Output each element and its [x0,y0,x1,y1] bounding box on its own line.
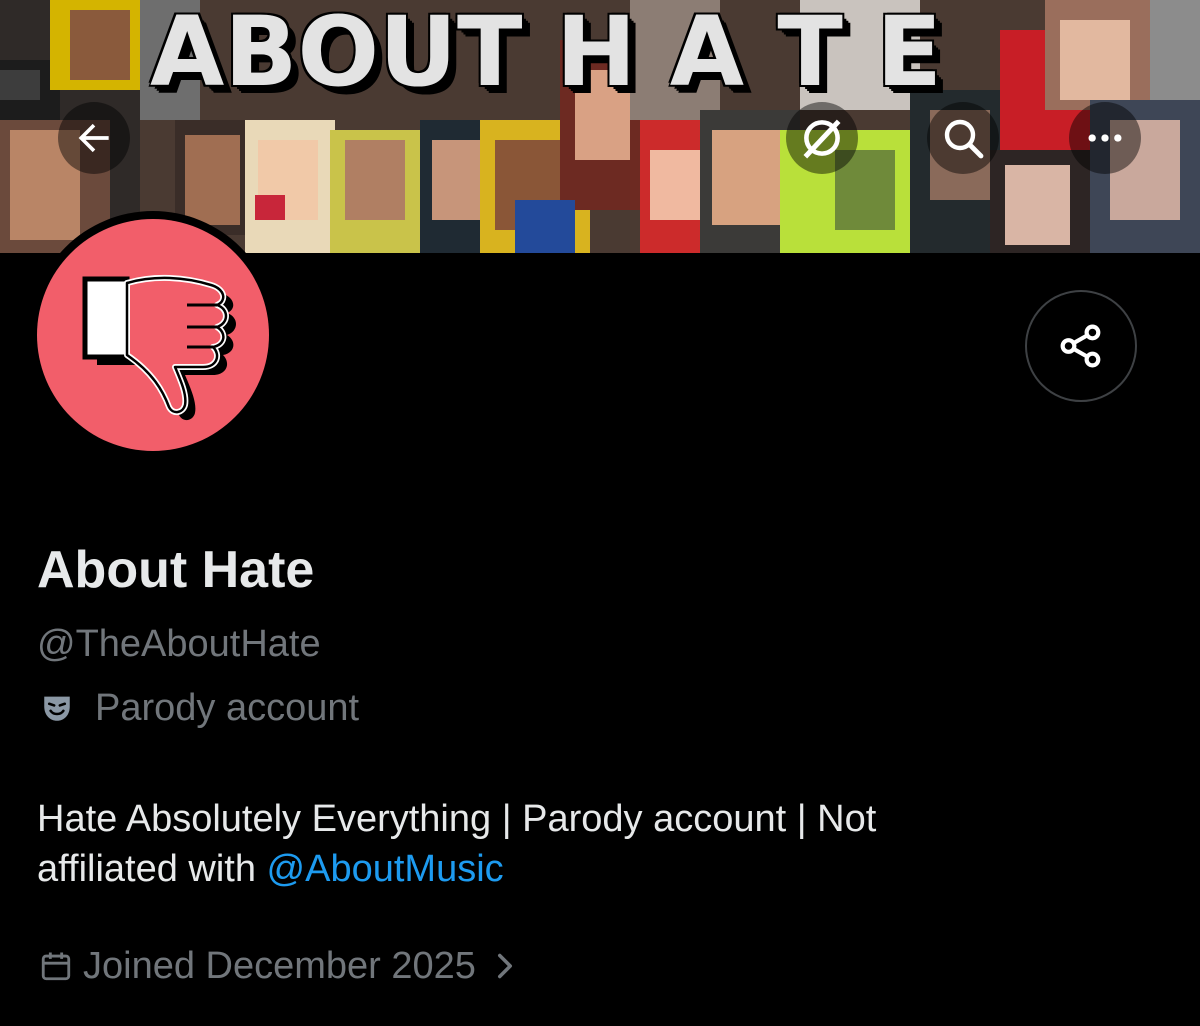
arrow-left-icon [78,123,109,153]
grok-icon [803,119,841,159]
joined-date-text: Joined December 2025 [83,945,476,987]
share-button[interactable] [1025,290,1137,402]
more-horizontal-icon [1088,134,1122,142]
grok-button[interactable] [786,102,858,174]
thumbs-down-icon [82,274,236,421]
profile-bio: Hate Absolutely Everything | Parody acco… [37,794,1157,894]
theater-mask-icon [37,688,77,728]
bio-line-2: affiliated with @AboutMusic [37,844,1157,894]
share-icon [1060,324,1101,368]
chevron-right-icon [494,951,516,981]
parody-label[interactable]: Parody account [37,684,359,732]
more-button[interactable] [1069,102,1141,174]
bio-line-2-text: affiliated with [37,848,267,890]
display-name: About Hate [37,541,315,599]
back-button[interactable] [58,102,130,174]
bio-mention-link[interactable]: @AboutMusic [267,848,504,890]
banner-title: ABOUT H A T E [150,0,942,108]
calendar-icon [37,947,75,985]
joined-date[interactable]: Joined December 2025 [37,941,516,991]
profile-handle: @TheAboutHate [37,623,321,665]
avatar[interactable] [37,219,269,451]
search-button[interactable] [927,102,999,174]
search-icon [944,119,984,159]
bio-line-1: Hate Absolutely Everything | Parody acco… [37,798,877,840]
parody-label-text: Parody account [95,687,360,729]
